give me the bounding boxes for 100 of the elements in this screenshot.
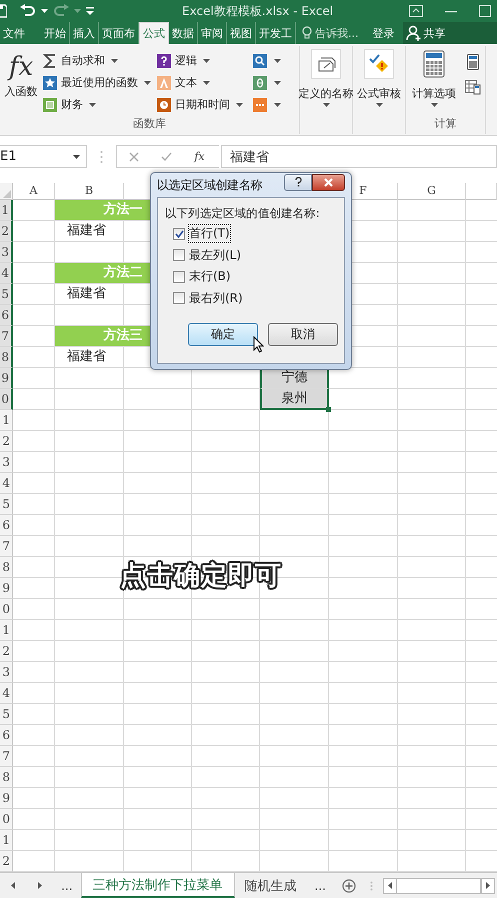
logic-book-icon xyxy=(156,52,172,68)
customize-icon[interactable] xyxy=(86,7,94,15)
checkbox[interactable] xyxy=(173,292,185,304)
calculation-options-button[interactable]: 计算选项 xyxy=(406,46,462,116)
row-header[interactable]: 3 xyxy=(0,662,13,683)
window-title: Excel教程模板.xlsx - Excel xyxy=(181,2,334,20)
row-header[interactable]: 1 xyxy=(0,200,13,221)
row-header[interactable]: 8 xyxy=(0,557,13,578)
column-header[interactable]: G xyxy=(398,183,466,200)
ledger-icon xyxy=(42,96,58,112)
column-header[interactable] xyxy=(466,183,497,200)
add-icon xyxy=(342,878,356,892)
insert-function-button[interactable]: fx 入函数 xyxy=(0,46,42,116)
more-sheets-button[interactable]: ... xyxy=(53,873,81,898)
row-header[interactable]: 1 xyxy=(0,620,13,641)
row-header[interactable]: 1 xyxy=(0,830,13,851)
table-cell[interactable]: 泉州 xyxy=(260,389,329,410)
row-header[interactable]: 0 xyxy=(0,599,13,620)
sign-in-button[interactable]: 登录 xyxy=(364,22,402,44)
scroll-right-button[interactable] xyxy=(481,878,496,894)
caret-icon xyxy=(89,102,96,106)
ribbon-button[interactable]: 财务 xyxy=(42,94,156,115)
tell-me-field[interactable]: 告诉我... xyxy=(296,22,364,44)
row-header[interactable]: 1 xyxy=(0,410,13,431)
row-header[interactable]: 0 xyxy=(0,809,13,830)
maximize-icon[interactable] xyxy=(479,5,491,17)
table-cell[interactable]: 福建省 xyxy=(55,221,124,242)
lightbulb-icon xyxy=(302,26,312,40)
formula-field[interactable]: 福建省 xyxy=(221,145,497,168)
ribbon-tab[interactable]: 文件 xyxy=(0,22,29,44)
horizontal-scrollbar[interactable] xyxy=(382,878,482,894)
row-header[interactable]: 2 xyxy=(0,851,13,872)
column-header[interactable]: A xyxy=(13,183,55,200)
row-header[interactable]: 4 xyxy=(0,263,13,284)
row-header[interactable]: 8 xyxy=(0,767,13,788)
function-symbol: fx xyxy=(8,51,34,84)
name-box[interactable]: E1 xyxy=(0,145,87,168)
row-header[interactable]: 9 xyxy=(0,368,13,389)
table-cell[interactable]: 福建省 xyxy=(55,347,124,368)
ribbon-button[interactable]: 文本 xyxy=(156,72,252,93)
caret-icon xyxy=(274,58,281,62)
ribbon-tab[interactable]: 公式 xyxy=(139,22,169,44)
defined-names-button[interactable]: 定义的名称 xyxy=(300,46,352,107)
ribbon-button[interactable]: 日期和时间 xyxy=(156,94,252,115)
caret-icon xyxy=(236,102,243,106)
star-book-icon xyxy=(42,74,58,90)
row-header[interactable]: 3 xyxy=(0,242,13,263)
row-header[interactable]: 6 xyxy=(0,305,13,326)
fill-handle[interactable] xyxy=(326,407,331,412)
sheet-tab[interactable]: 随机生成 xyxy=(234,873,307,898)
checkbox-label: 首行(T) xyxy=(189,225,230,242)
row-header[interactable]: 4 xyxy=(0,683,13,704)
calculator-icon xyxy=(423,50,445,78)
dialog-title: 以选定区域创建名称 xyxy=(157,176,264,194)
caret-icon xyxy=(111,58,118,62)
checkbox[interactable] xyxy=(173,228,185,240)
column-header[interactable]: B xyxy=(55,183,124,200)
row-header[interactable]: 3 xyxy=(0,452,13,473)
search-icon xyxy=(252,52,268,68)
caret-icon xyxy=(322,103,330,107)
ribbon-button[interactable]: 自动求和 xyxy=(42,50,156,71)
cancel-button[interactable]: 取消 xyxy=(268,323,338,346)
row-header[interactable]: 5 xyxy=(0,494,13,515)
ribbon-button[interactable]: 最近使用的函数 xyxy=(42,72,156,93)
row-header[interactable]: 6 xyxy=(0,725,13,746)
formula-auditing-button[interactable]: 公式审核 xyxy=(353,46,405,107)
row-header[interactable]: 9 xyxy=(0,788,13,809)
row-header[interactable]: 0 xyxy=(0,389,13,410)
checkbox[interactable] xyxy=(173,249,185,262)
row-header[interactable]: 5 xyxy=(0,284,13,305)
grip-icon[interactable] xyxy=(370,880,373,890)
caret-icon xyxy=(74,9,81,13)
row-header[interactable]: 6 xyxy=(0,515,13,536)
table-cell[interactable]: 宁德 xyxy=(260,368,329,389)
math-book-icon xyxy=(252,74,268,90)
help-icon xyxy=(294,177,302,187)
row-header[interactable]: 2 xyxy=(0,641,13,662)
ok-button[interactable]: 确定 xyxy=(188,323,258,346)
row-header[interactable]: 8 xyxy=(0,347,13,368)
row-header[interactable]: 2 xyxy=(0,431,13,452)
table-cell[interactable]: 福建省 xyxy=(55,284,124,305)
caret-icon xyxy=(203,58,210,62)
more-sheets-button[interactable]: ... xyxy=(306,873,334,898)
row-header[interactable]: 2 xyxy=(0,221,13,242)
row-header[interactable]: 9 xyxy=(0,578,13,599)
row-header[interactable]: 7 xyxy=(0,536,13,557)
ribbon-button[interactable]: 逻辑 xyxy=(156,50,252,71)
row-header[interactable]: 5 xyxy=(0,704,13,725)
grip-icon[interactable] xyxy=(100,150,103,164)
undo-icon[interactable] xyxy=(20,4,36,18)
share-button[interactable]: 共享 xyxy=(402,22,497,44)
close-button[interactable] xyxy=(312,174,345,190)
row-header[interactable]: 4 xyxy=(0,473,13,494)
checkbox[interactable] xyxy=(173,270,185,283)
help-button[interactable] xyxy=(284,174,312,190)
caret-icon xyxy=(144,80,151,84)
sheet-tab[interactable]: 三种方法制作下拉菜单 xyxy=(80,873,235,898)
ribbon-display-icon[interactable] xyxy=(409,5,423,17)
row-header[interactable]: 7 xyxy=(0,746,13,767)
row-header[interactable]: 7 xyxy=(0,326,13,347)
